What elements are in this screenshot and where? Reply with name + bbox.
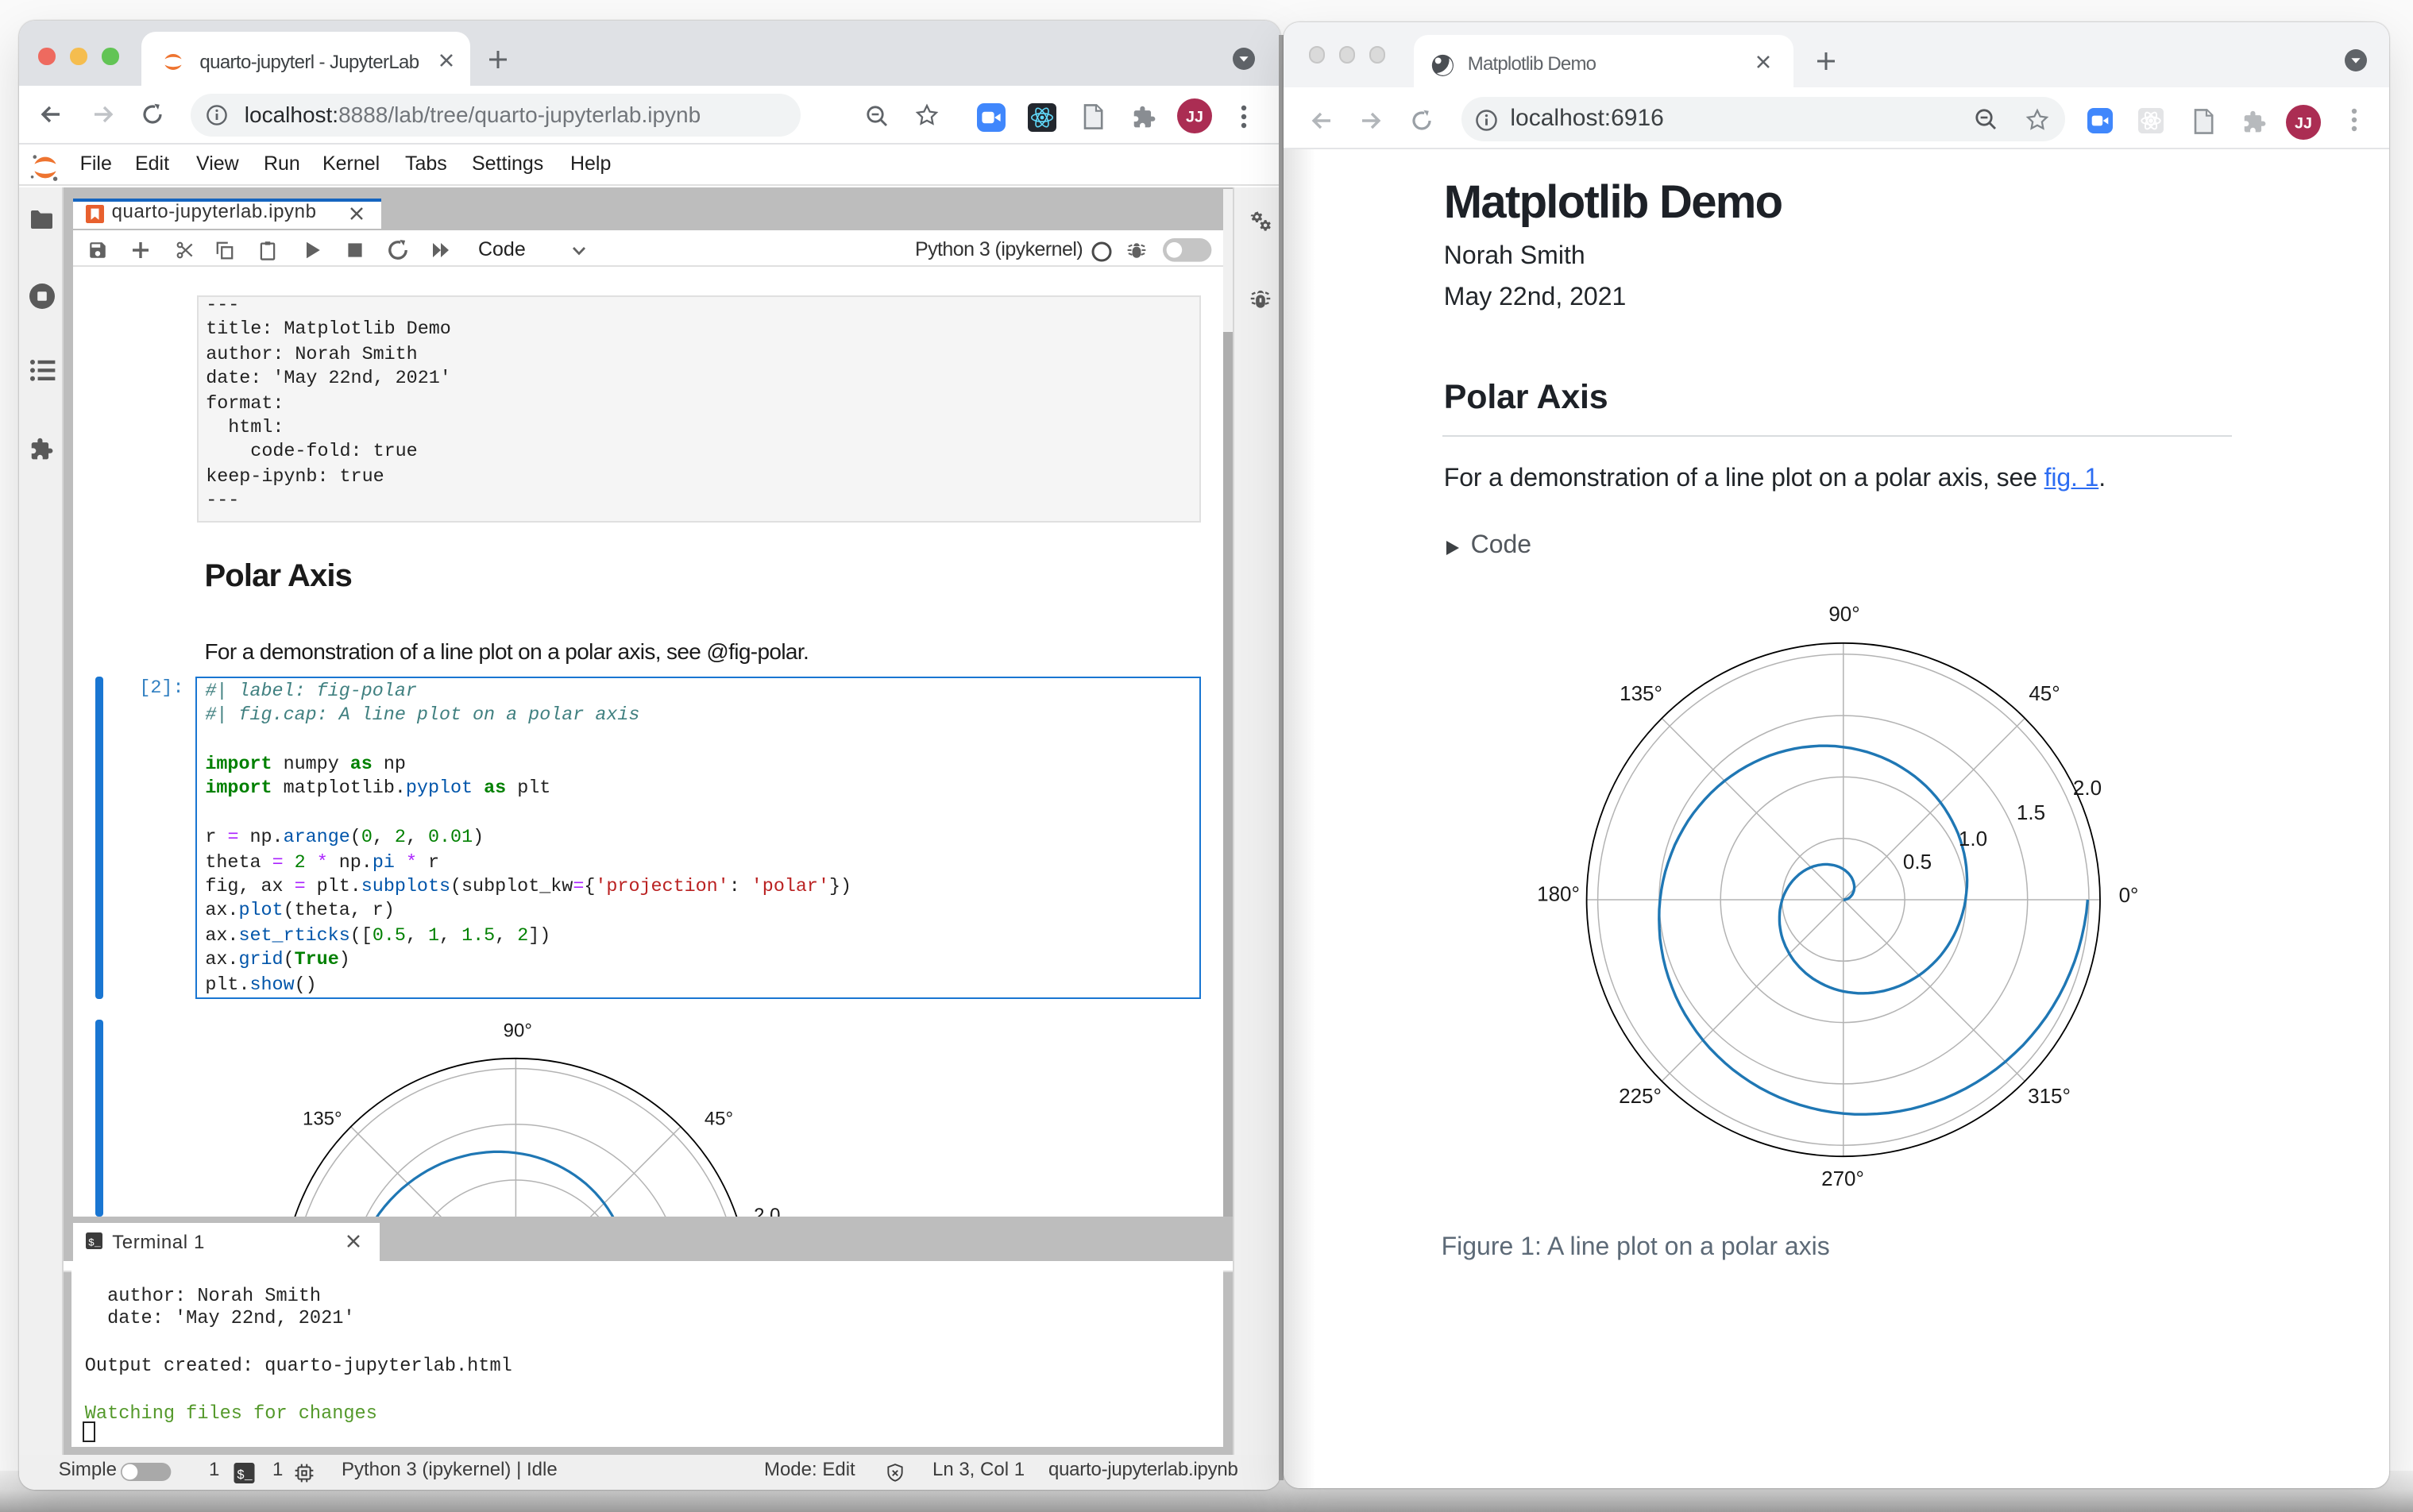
svg-text:45°: 45° xyxy=(705,1109,733,1131)
svg-text:135°: 135° xyxy=(1620,681,1662,704)
svg-text:315°: 315° xyxy=(2028,1083,2071,1107)
svg-text:2.0: 2.0 xyxy=(2073,775,2102,799)
svg-text:$_: $_ xyxy=(237,1468,253,1483)
svg-text:0.5: 0.5 xyxy=(1903,849,1932,873)
svg-text:225°: 225° xyxy=(1619,1083,1662,1107)
svg-text:1.5: 1.5 xyxy=(2017,800,2045,824)
svg-text:JJ: JJ xyxy=(1185,109,1203,126)
svg-text:90°: 90° xyxy=(1828,601,1859,625)
svg-text:2.0: 2.0 xyxy=(754,1205,780,1217)
svg-text:135°: 135° xyxy=(303,1109,342,1131)
svg-text:180°: 180° xyxy=(1537,881,1580,905)
svg-text:0°: 0° xyxy=(2119,882,2139,906)
svg-text:90°: 90° xyxy=(504,1021,532,1043)
svg-text:$_: $_ xyxy=(89,1237,102,1249)
svg-text:270°: 270° xyxy=(1821,1166,1864,1190)
svg-text:1.0: 1.0 xyxy=(1959,826,1987,850)
svg-text:45°: 45° xyxy=(2029,681,2060,704)
svg-text:JJ: JJ xyxy=(2295,114,2312,132)
